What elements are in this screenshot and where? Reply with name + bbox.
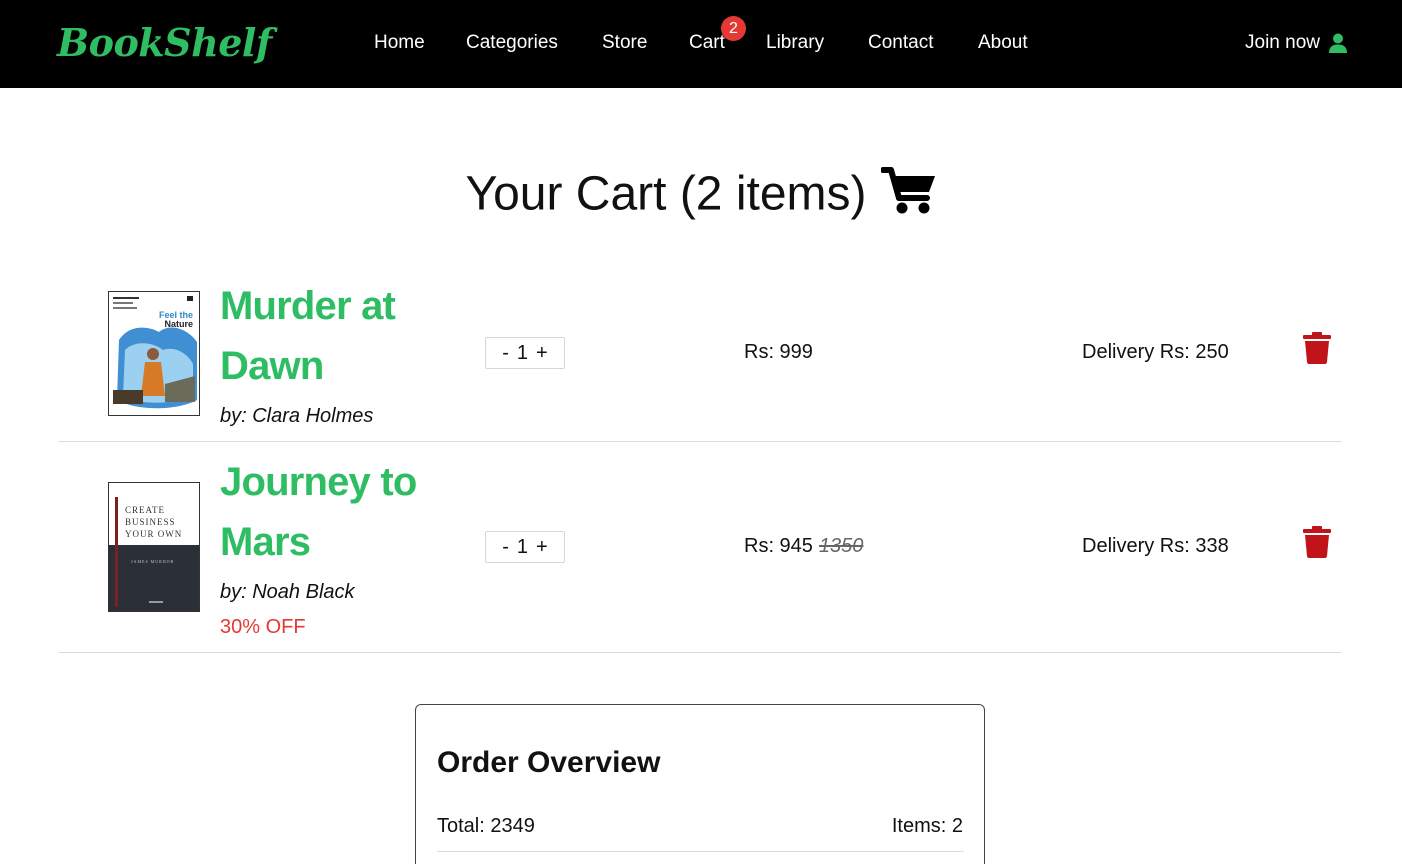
item-price: Rs: 999 — [744, 339, 813, 365]
item-price: Rs: 945 1350 — [744, 533, 863, 559]
trash-icon[interactable] — [1303, 526, 1331, 558]
item-delivery: Delivery Rs: 338 — [1082, 535, 1229, 557]
discount-badge: 30% OFF — [220, 616, 306, 638]
join-now-label: Join now — [1245, 32, 1320, 53]
item-author: by: Noah Black — [220, 581, 355, 603]
cover-text-line: Nature — [164, 319, 193, 329]
increase-quantity-button[interactable]: + — [530, 536, 554, 559]
original-price: 1350 — [818, 535, 864, 557]
nav-categories[interactable]: Categories — [466, 31, 558, 55]
order-overview-title: Order Overview — [437, 746, 661, 779]
cart-count-badge: 2 — [721, 16, 746, 41]
item-author: by: Clara Holmes — [220, 405, 374, 427]
decrease-quantity-button[interactable]: - — [496, 536, 515, 559]
cover-text-line: YOUR OWN — [125, 529, 182, 539]
quantity-value: 1 — [516, 341, 529, 364]
navbar: BookShelf Home Categories Store Cart 2 L… — [0, 0, 1402, 88]
item-price-value: Rs: 945 — [744, 535, 813, 557]
nav-store[interactable]: Store — [602, 31, 647, 55]
item-delivery: Delivery Rs: 250 — [1082, 341, 1229, 363]
nav-contact[interactable]: Contact — [868, 31, 933, 55]
brand-logo[interactable]: BookShelf — [57, 18, 272, 68]
quantity-stepper: - 1 + — [485, 531, 565, 563]
cover-text-line: CREATE — [125, 505, 165, 515]
row-divider — [58, 652, 1342, 653]
nav-library[interactable]: Library — [766, 31, 824, 55]
item-price-value: Rs: 999 — [744, 341, 813, 363]
overview-divider — [437, 851, 964, 852]
trash-icon[interactable] — [1303, 332, 1331, 364]
nav-home[interactable]: Home — [374, 31, 425, 55]
item-title[interactable]: Journey to Mars — [220, 452, 480, 572]
join-now-button[interactable]: Join now — [1245, 31, 1347, 55]
book-cover-murder-at-dawn[interactable]: Feel the Nature — [108, 291, 200, 416]
page-title-text: Your Cart (2 items) — [465, 167, 867, 221]
user-icon — [1329, 33, 1347, 53]
page-title: Your Cart (2 items) — [0, 162, 1402, 224]
cover-text-line: JAMES MURDOR — [131, 559, 174, 564]
item-title[interactable]: Murder at Dawn — [220, 276, 480, 396]
row-divider — [58, 441, 1342, 442]
quantity-value: 1 — [516, 535, 529, 558]
quantity-stepper: - 1 + — [485, 337, 565, 369]
cart-icon — [879, 166, 937, 216]
decrease-quantity-button[interactable]: - — [496, 342, 515, 365]
increase-quantity-button[interactable]: + — [530, 342, 554, 365]
cover-text-line: BUSINESS — [125, 517, 176, 527]
nav-about[interactable]: About — [978, 31, 1028, 55]
order-overview-card: Order Overview Total: 2349 Items: 2 — [415, 704, 985, 864]
book-cover-journey-to-mars[interactable]: CREATE BUSINESS YOUR OWN JAMES MURDOR — [108, 482, 200, 612]
order-total: Total: 2349 — [437, 815, 535, 837]
order-items-count: Items: 2 — [891, 815, 963, 837]
nav-cart[interactable]: Cart — [689, 31, 725, 55]
